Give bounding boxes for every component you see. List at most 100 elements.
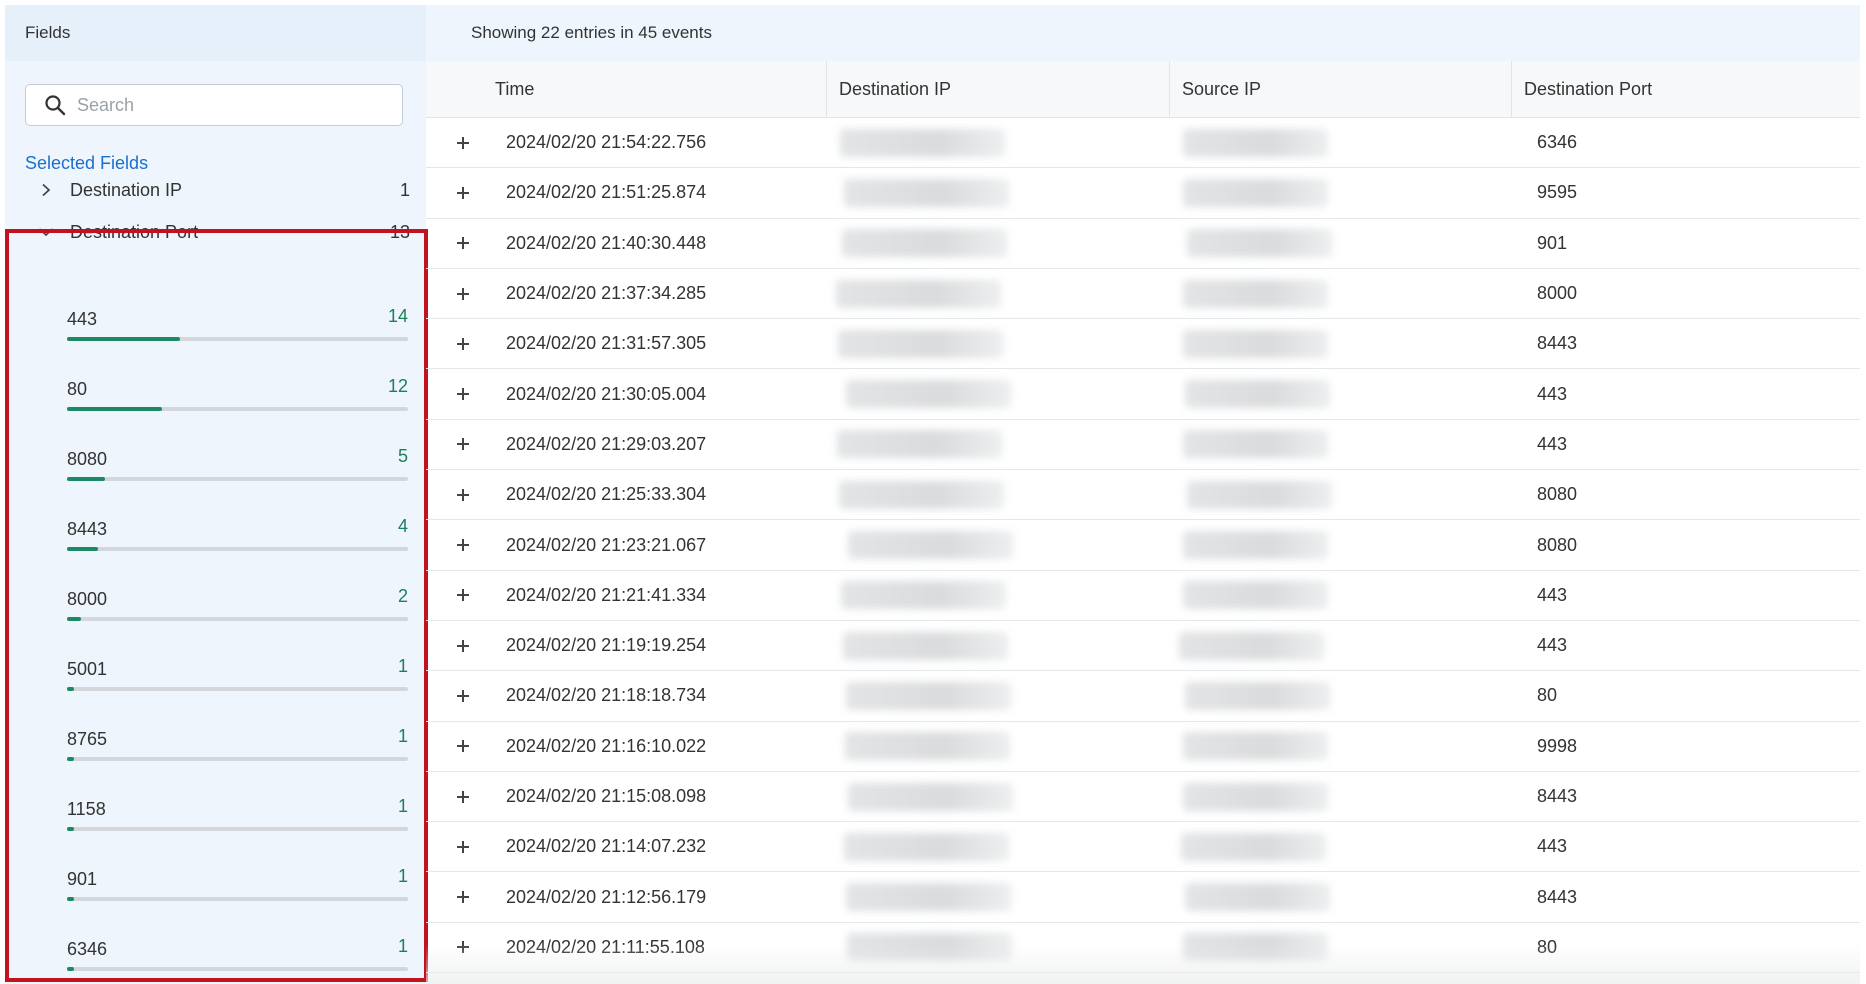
chevron-right-icon[interactable] [32, 176, 60, 204]
port-value-item[interactable]: 8765 1 [67, 715, 408, 785]
port-count: 1 [397, 866, 408, 886]
port-bar-fill [67, 687, 74, 691]
cell-time: 2024/02/20 21:21:41.334 [506, 584, 707, 605]
port-count: 5 [397, 446, 408, 466]
cell-time: 2024/02/20 21:14:07.232 [506, 836, 707, 857]
cell-source-ip-redacted [1183, 279, 1328, 308]
chevron-down-icon[interactable] [32, 218, 60, 246]
search-input[interactable] [77, 94, 397, 116]
port-bar-track [67, 897, 408, 901]
port-value-item[interactable]: 8000 2 [67, 575, 408, 645]
table-row[interactable]: 2024/02/20 21:16:10.022 9998 [426, 722, 1860, 772]
cell-destination-port: 443 [1537, 383, 1568, 404]
table-row[interactable]: 2024/02/20 21:14:07.232 443 [426, 822, 1860, 873]
port-bar-track [67, 617, 408, 621]
port-value-item[interactable]: 8443 4 [67, 505, 408, 575]
cell-source-ip-redacted [1183, 531, 1328, 560]
port-label: 443 [67, 309, 98, 329]
port-count: 4 [397, 516, 408, 536]
port-bar-track [67, 757, 408, 761]
cell-destination-ip-redacted [847, 933, 1012, 962]
plus-icon[interactable] [454, 788, 472, 806]
plus-icon[interactable] [454, 234, 472, 252]
column-header-destination-ip[interactable]: Destination IP [827, 61, 1170, 117]
port-value-item[interactable]: 6346 1 [67, 925, 408, 984]
cell-destination-ip-redacted [844, 178, 1009, 207]
cell-source-ip-redacted [1183, 581, 1328, 610]
cell-source-ip-redacted [1179, 631, 1324, 660]
plus-icon[interactable] [454, 285, 472, 303]
table-row[interactable]: 2024/02/20 21:37:34.285 8000 [426, 269, 1860, 320]
field-destination-port[interactable]: Destination Port 13 [5, 213, 410, 251]
events-panel: Showing 22 entries in 45 events Time Des… [426, 5, 1860, 984]
plus-icon[interactable] [454, 888, 472, 906]
cell-destination-ip-redacted [840, 128, 1005, 157]
cell-time: 2024/02/20 21:16:10.022 [506, 735, 707, 756]
search-icon [45, 95, 66, 116]
plus-icon[interactable] [454, 435, 472, 453]
cell-destination-ip-redacted [848, 531, 1013, 560]
plus-icon[interactable] [454, 536, 472, 554]
field-name: Destination IP [70, 179, 183, 200]
port-value-item[interactable]: 901 1 [67, 855, 408, 925]
column-header-source-ip[interactable]: Source IP [1170, 61, 1512, 117]
cell-destination-ip-redacted [838, 329, 1003, 358]
column-header-time[interactable]: Time [426, 61, 827, 117]
table-row[interactable]: 2024/02/20 21:23:21.067 8080 [426, 520, 1860, 571]
port-count: 2 [397, 586, 408, 606]
table-row[interactable]: 2024/02/20 21:18:18.734 80 [426, 671, 1860, 722]
plus-icon[interactable] [454, 938, 472, 956]
plus-icon[interactable] [454, 335, 472, 353]
port-label: 80 [67, 379, 88, 399]
plus-icon[interactable] [454, 838, 472, 856]
port-value-item[interactable]: 80 12 [67, 365, 408, 435]
port-bar-fill [67, 827, 74, 831]
port-value-item[interactable]: 443 14 [67, 295, 408, 365]
port-count: 12 [387, 376, 408, 396]
cell-destination-port: 8080 [1537, 534, 1578, 555]
table-row[interactable]: 2024/02/20 21:51:25.874 9595 [426, 168, 1860, 219]
table-row[interactable]: 2024/02/20 21:40:30.448 901 [426, 219, 1860, 269]
cell-destination-port: 9998 [1537, 735, 1578, 756]
cell-time: 2024/02/20 21:54:22.756 [506, 132, 707, 153]
port-bar-track [67, 967, 408, 971]
port-label: 8000 [67, 589, 108, 609]
port-label: 8765 [67, 729, 108, 749]
port-label: 5001 [67, 659, 108, 679]
cell-time: 2024/02/20 21:18:18.734 [506, 685, 707, 706]
plus-icon[interactable] [454, 184, 472, 202]
table-row[interactable]: 2024/02/20 21:11:55.108 80 [426, 923, 1860, 974]
cell-destination-ip-redacted [846, 883, 1011, 912]
cell-source-ip-redacted [1183, 329, 1328, 358]
cell-destination-port: 8080 [1537, 484, 1578, 505]
table-row[interactable]: 2024/02/20 21:30:05.004 443 [426, 369, 1860, 420]
table-row[interactable]: 2024/02/20 21:21:41.334 443 [426, 571, 1860, 621]
plus-icon[interactable] [454, 586, 472, 604]
table-row[interactable]: 2024/02/20 21:31:57.305 8443 [426, 319, 1860, 370]
search-box[interactable] [25, 84, 403, 126]
table-row[interactable]: 2024/02/20 21:12:56.179 8443 [426, 872, 1860, 923]
table-row[interactable]: 2024/02/20 21:19:19.254 443 [426, 621, 1860, 672]
port-value-item[interactable]: 8080 5 [67, 435, 408, 505]
column-header-destination-port[interactable]: Destination Port [1512, 61, 1860, 117]
field-destination-ip[interactable]: Destination IP 1 [5, 171, 410, 209]
cell-destination-port: 443 [1537, 635, 1568, 656]
table-row[interactable]: 2024/02/20 21:25:33.304 8080 [426, 470, 1860, 521]
plus-icon[interactable] [454, 637, 472, 655]
cell-time: 2024/02/20 21:19:19.254 [506, 635, 707, 656]
table-row[interactable]: 2024/02/20 21:29:03.207 443 [426, 420, 1860, 471]
plus-icon[interactable] [454, 687, 472, 705]
plus-icon[interactable] [454, 486, 472, 504]
plus-icon[interactable] [454, 385, 472, 403]
port-value-item[interactable]: 1158 1 [67, 785, 408, 855]
plus-icon[interactable] [454, 134, 472, 152]
plus-icon[interactable] [454, 737, 472, 755]
port-value-item[interactable]: 5001 1 [67, 645, 408, 715]
cell-source-ip-redacted [1183, 128, 1328, 157]
table-row[interactable]: 2024/02/20 21:54:22.756 6346 [426, 118, 1860, 169]
cell-destination-port: 8443 [1537, 886, 1578, 907]
cell-destination-port: 443 [1537, 433, 1568, 454]
cell-destination-port: 80 [1537, 685, 1558, 706]
cell-destination-ip-redacted [841, 581, 1006, 610]
table-row[interactable]: 2024/02/20 21:15:08.098 8443 [426, 772, 1860, 823]
